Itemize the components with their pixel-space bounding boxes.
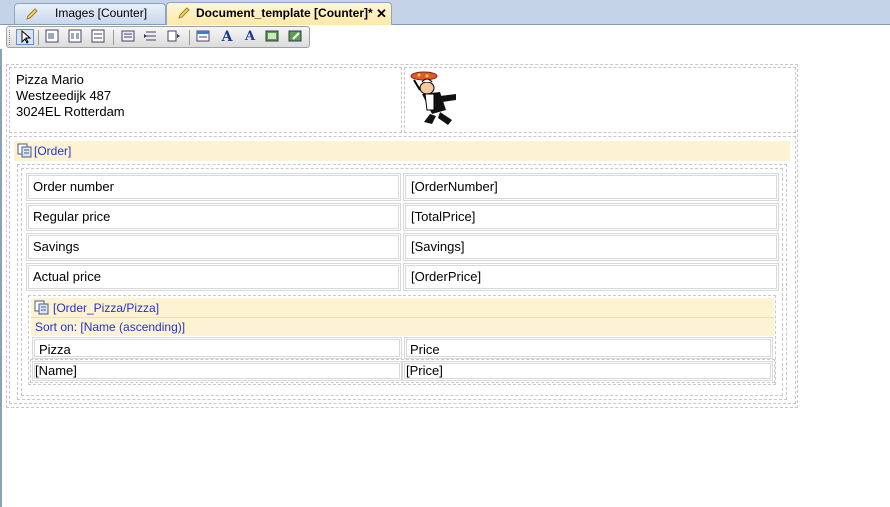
pizza-name-field: [Name] <box>35 363 77 378</box>
tab-strip: Images [Counter] Document_template [Coun… <box>0 0 890 25</box>
pencil-icon <box>178 7 190 19</box>
savings-label: Savings <box>33 239 80 254</box>
address-line-street: Westzeedijk 487 <box>16 88 112 103</box>
pencil-icon <box>26 8 38 20</box>
order-number-field: [OrderNumber] <box>411 179 498 194</box>
font-icon[interactable]: A <box>218 29 236 45</box>
sort-order-link[interactable]: Sort on: [Name (ascending)] <box>35 320 185 334</box>
list-icon[interactable] <box>120 29 138 45</box>
savings-field: [Savings] <box>411 239 465 254</box>
toolbar-grip[interactable] <box>9 30 12 45</box>
table-merge-icon[interactable] <box>90 29 108 45</box>
actual-price-label: Actual price <box>33 269 101 284</box>
font-color-icon[interactable]: A <box>241 29 259 45</box>
tab-label: Document_template [Counter]* <box>196 6 373 20</box>
regular-price-label: Regular price <box>33 209 111 224</box>
total-price-field: [TotalPrice] <box>411 209 476 224</box>
pizza-column-header-cell[interactable] <box>32 337 402 359</box>
price-column-header: Price <box>410 342 440 357</box>
pizza-price-cell[interactable] <box>402 361 773 381</box>
order-number-label: Order number <box>33 179 114 194</box>
address-line-city: 3024EL Rotterdam <box>16 104 125 119</box>
savings-label-cell[interactable] <box>26 233 401 261</box>
pizza-price-field: [Price] <box>406 363 443 378</box>
toolbar-separator <box>38 30 39 45</box>
table-icon <box>34 300 49 315</box>
table-split-icon[interactable] <box>67 29 85 45</box>
toolbar: A A <box>6 26 310 48</box>
pointer-icon[interactable] <box>16 29 34 45</box>
toolbar-separator <box>113 30 114 45</box>
order-price-field: [OrderPrice] <box>411 269 482 284</box>
image-edit-icon[interactable] <box>287 29 305 45</box>
pizza-column-header: Pizza <box>39 342 71 357</box>
table-icon <box>17 143 32 158</box>
toolbar-separator <box>189 30 190 45</box>
insert-column-icon[interactable] <box>166 29 184 45</box>
pizza-chef-logo <box>410 71 456 125</box>
insert-row-icon[interactable] <box>143 29 161 45</box>
properties-icon[interactable] <box>195 29 213 45</box>
tab-document-template[interactable]: Document_template [Counter]* ✕ <box>166 2 392 25</box>
header-divider <box>31 317 774 318</box>
close-icon[interactable]: ✕ <box>376 4 387 23</box>
address-line-name: Pizza Mario <box>16 72 84 87</box>
editor-left-border <box>0 49 2 507</box>
tab-label: Images [Counter] <box>55 6 148 20</box>
pizza-section-link[interactable]: [Order_Pizza/Pizza] <box>53 301 159 315</box>
tab-images-counter[interactable]: Images [Counter] <box>14 3 166 24</box>
image-icon[interactable] <box>264 29 282 45</box>
table-icon[interactable] <box>44 29 62 45</box>
price-column-header-cell[interactable] <box>404 337 773 359</box>
order-section-link[interactable]: [Order] <box>34 144 71 158</box>
order-section-header[interactable] <box>14 141 790 161</box>
pizza-name-cell[interactable] <box>32 361 402 381</box>
